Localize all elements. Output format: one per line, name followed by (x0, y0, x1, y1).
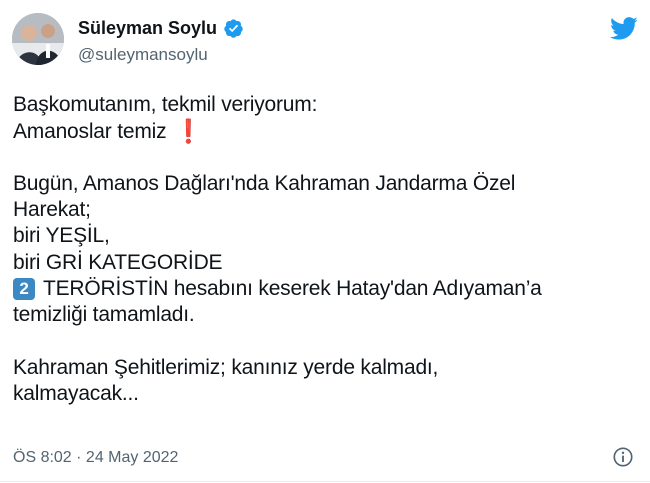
keycap-two-emoji-icon: 2 (13, 278, 35, 301)
verified-badge-icon (224, 18, 243, 38)
tweet-line: kalmayacak... (13, 382, 139, 406)
tweet-timestamp[interactable]: ÖS 8:02 · 24 May 2022 (13, 448, 178, 468)
tweet-line-text: Amanoslar temiz (13, 120, 167, 144)
tweet-line-text: TERÖRİSTİN hesabını keserek Hatay'dan Ad… (43, 277, 542, 301)
tweet-line: Başkomutanım, tekmil veriyorum: (13, 93, 318, 116)
tweet-text: Başkomutanım, tekmil veriyorum: Amanosla… (13, 92, 633, 408)
author-name-text[interactable]: Süleyman Soylu (78, 17, 217, 39)
tweet-line: Harekat; (13, 198, 91, 222)
tweet-line: biri YEŞİL, (13, 224, 110, 248)
twitter-bird-icon[interactable] (610, 14, 638, 42)
avatar-photo (12, 13, 64, 65)
tweet-line: temizliği tamamladı. (13, 303, 195, 327)
tweet-line: biri GRİ KATEGORİDE (13, 250, 223, 274)
tweet-card: Süleyman Soylu @suleymansoylu Başkomutan… (0, 0, 650, 483)
author-name[interactable]: Süleyman Soylu (78, 17, 244, 39)
avatar[interactable] (12, 13, 64, 65)
tweet-line: Bugün, Amanos Dağları'nda Kahraman Janda… (13, 171, 516, 195)
tweet-line: Kahraman Şehitlerimiz; kanınız yerde kal… (13, 355, 439, 379)
tweet-line: 2 TERÖRİSTİN hesabını keserek Hatay'dan A… (13, 276, 633, 302)
exclamation-emoji-icon: ❗ (174, 118, 203, 145)
info-icon[interactable] (612, 446, 634, 468)
divider (0, 481, 650, 482)
tweet-line: Amanoslar temiz ❗ (13, 118, 633, 144)
author-handle[interactable]: @suleymansoylu (78, 44, 208, 66)
